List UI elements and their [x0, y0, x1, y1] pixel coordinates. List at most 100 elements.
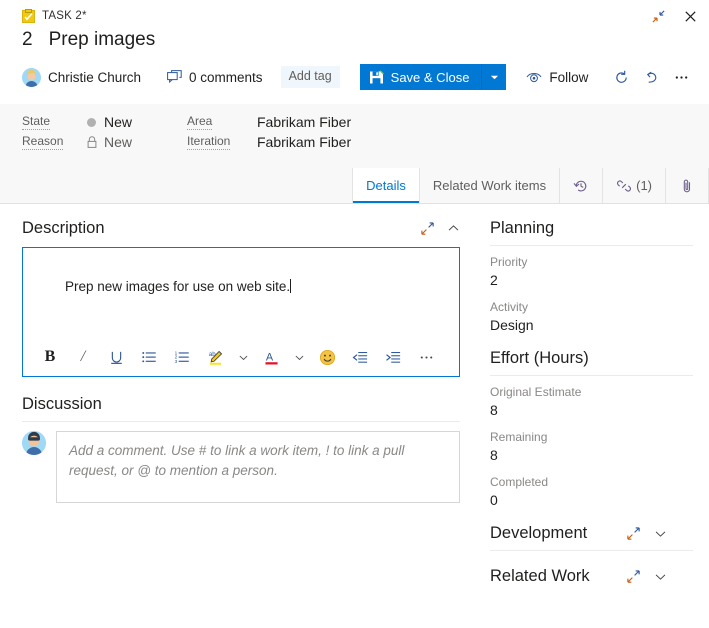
- remaining-value[interactable]: 8: [490, 447, 693, 463]
- planning-header: Planning: [490, 219, 693, 245]
- history-icon: [573, 178, 589, 194]
- font-color-dropdown-button[interactable]: [291, 343, 307, 371]
- development-header: Development: [490, 524, 693, 550]
- save-and-close-button[interactable]: Save & Close: [360, 64, 482, 90]
- area-label: Area: [187, 114, 212, 130]
- description-header: Description: [22, 219, 460, 238]
- comment-input[interactable]: Add a comment. Use # to link a work item…: [56, 431, 460, 503]
- more-actions-button[interactable]: [668, 64, 694, 90]
- development-divider: [490, 550, 693, 551]
- indent-button[interactable]: [380, 343, 406, 371]
- work-item-type-label: TASK 2*: [42, 10, 87, 22]
- development-expand-button[interactable]: [626, 526, 641, 541]
- highlight-button[interactable]: ab: [202, 343, 228, 371]
- original-estimate-value[interactable]: 8: [490, 402, 693, 418]
- bulleted-list-button[interactable]: [136, 343, 162, 371]
- expand-icon: [626, 526, 641, 541]
- work-item-title[interactable]: Prep images: [49, 29, 156, 51]
- work-item-toolbar: Christie Church 0 comments Add tag: [22, 60, 701, 94]
- tab-history[interactable]: [559, 168, 602, 203]
- description-editor[interactable]: Prep new images for use on web site. B /: [22, 247, 460, 377]
- save-disk-icon: [369, 70, 384, 85]
- work-item-tabs: Details Related Work items (: [352, 168, 709, 203]
- work-item-title-row: 2 Prep images: [22, 26, 701, 60]
- tab-related-work-items[interactable]: Related Work items: [419, 168, 559, 203]
- right-column: Planning Priority 2 Activity Design Effo…: [480, 205, 709, 628]
- left-column: Description Prep new images for use on w…: [0, 205, 480, 628]
- link-icon: [616, 178, 632, 194]
- avatar: [22, 68, 41, 87]
- activity-label: Activity: [490, 300, 693, 314]
- area-value[interactable]: Fabrikam Fiber: [257, 114, 351, 130]
- planning-heading: Planning: [490, 219, 554, 238]
- description-collapse-button[interactable]: [447, 222, 460, 235]
- task-clipboard-icon: [22, 9, 35, 23]
- tab-related-work-items-label: Related Work items: [433, 178, 546, 193]
- lock-icon: [87, 136, 97, 148]
- related-work-expand-button[interactable]: [626, 569, 641, 584]
- emoji-button[interactable]: [314, 343, 340, 371]
- window-controls: [645, 4, 703, 28]
- iteration-label: Iteration: [187, 134, 230, 150]
- follow-button[interactable]: Follow: [526, 70, 588, 85]
- comment-bubble-icon: [167, 70, 182, 84]
- outdent-button[interactable]: [347, 343, 373, 371]
- planning-section: Planning Priority 2 Activity Design: [490, 219, 693, 333]
- save-and-close-label: Save & Close: [391, 70, 470, 85]
- comment-placeholder: Add a comment. Use # to link a work item…: [69, 441, 447, 482]
- assigned-to-field[interactable]: Christie Church: [22, 68, 141, 87]
- remaining-label: Remaining: [490, 430, 693, 444]
- close-button[interactable]: [677, 4, 703, 28]
- work-item-header: TASK 2* 2 Prep images: [0, 0, 709, 104]
- refresh-button[interactable]: [608, 64, 634, 90]
- highlight-dropdown-button[interactable]: [235, 343, 251, 371]
- tab-attachments[interactable]: [665, 168, 709, 203]
- restore-down-button[interactable]: [645, 4, 671, 28]
- bold-button[interactable]: B: [37, 343, 63, 371]
- priority-value[interactable]: 2: [490, 272, 693, 288]
- tab-details[interactable]: Details: [352, 168, 419, 203]
- tab-links[interactable]: (1): [602, 168, 665, 203]
- close-icon: [683, 9, 698, 24]
- reason-text: New: [104, 134, 132, 150]
- related-work-actions: [626, 569, 693, 584]
- save-options-dropdown-button[interactable]: [482, 64, 506, 90]
- assigned-to-name: Christie Church: [48, 70, 141, 85]
- state-label: State: [22, 114, 50, 130]
- planning-divider: [490, 245, 693, 246]
- font-color-icon: A: [263, 349, 280, 366]
- work-item-body: Description Prep new images for use on w…: [0, 205, 709, 628]
- italic-button[interactable]: /: [70, 343, 96, 371]
- state-dot-icon: [87, 118, 96, 127]
- numbered-list-button[interactable]: 1 2 3: [169, 343, 195, 371]
- more-formatting-button[interactable]: [413, 343, 439, 371]
- related-work-collapse-button[interactable]: [654, 570, 667, 583]
- iteration-value[interactable]: Fabrikam Fiber: [257, 134, 351, 150]
- restore-down-icon: [651, 9, 666, 24]
- description-heading: Description: [22, 219, 105, 238]
- development-collapse-button[interactable]: [654, 527, 667, 540]
- related-work-section: Related Work: [490, 567, 693, 593]
- development-actions: [626, 526, 693, 541]
- description-text[interactable]: Prep new images for use on web site.: [23, 248, 459, 316]
- font-color-button[interactable]: A: [258, 343, 284, 371]
- indent-icon: [385, 349, 402, 366]
- discussion-divider: [22, 421, 460, 422]
- state-value[interactable]: New: [87, 114, 187, 130]
- completed-label: Completed: [490, 475, 693, 489]
- underline-button[interactable]: [103, 343, 129, 371]
- activity-value[interactable]: Design: [490, 317, 693, 333]
- undo-button[interactable]: [638, 64, 664, 90]
- tab-details-label: Details: [366, 178, 406, 193]
- comments-button[interactable]: 0 comments: [167, 70, 263, 85]
- highlighter-icon: ab: [207, 349, 224, 366]
- chevron-down-icon: [295, 353, 304, 362]
- related-work-header: Related Work: [490, 567, 693, 593]
- description-expand-button[interactable]: [420, 221, 435, 236]
- reason-value: New: [87, 134, 187, 150]
- completed-value[interactable]: 0: [490, 492, 693, 508]
- svg-text:3: 3: [174, 358, 177, 364]
- text-caret: [290, 279, 291, 293]
- ellipsis-icon: [418, 349, 435, 366]
- add-tag-button[interactable]: Add tag: [281, 66, 340, 88]
